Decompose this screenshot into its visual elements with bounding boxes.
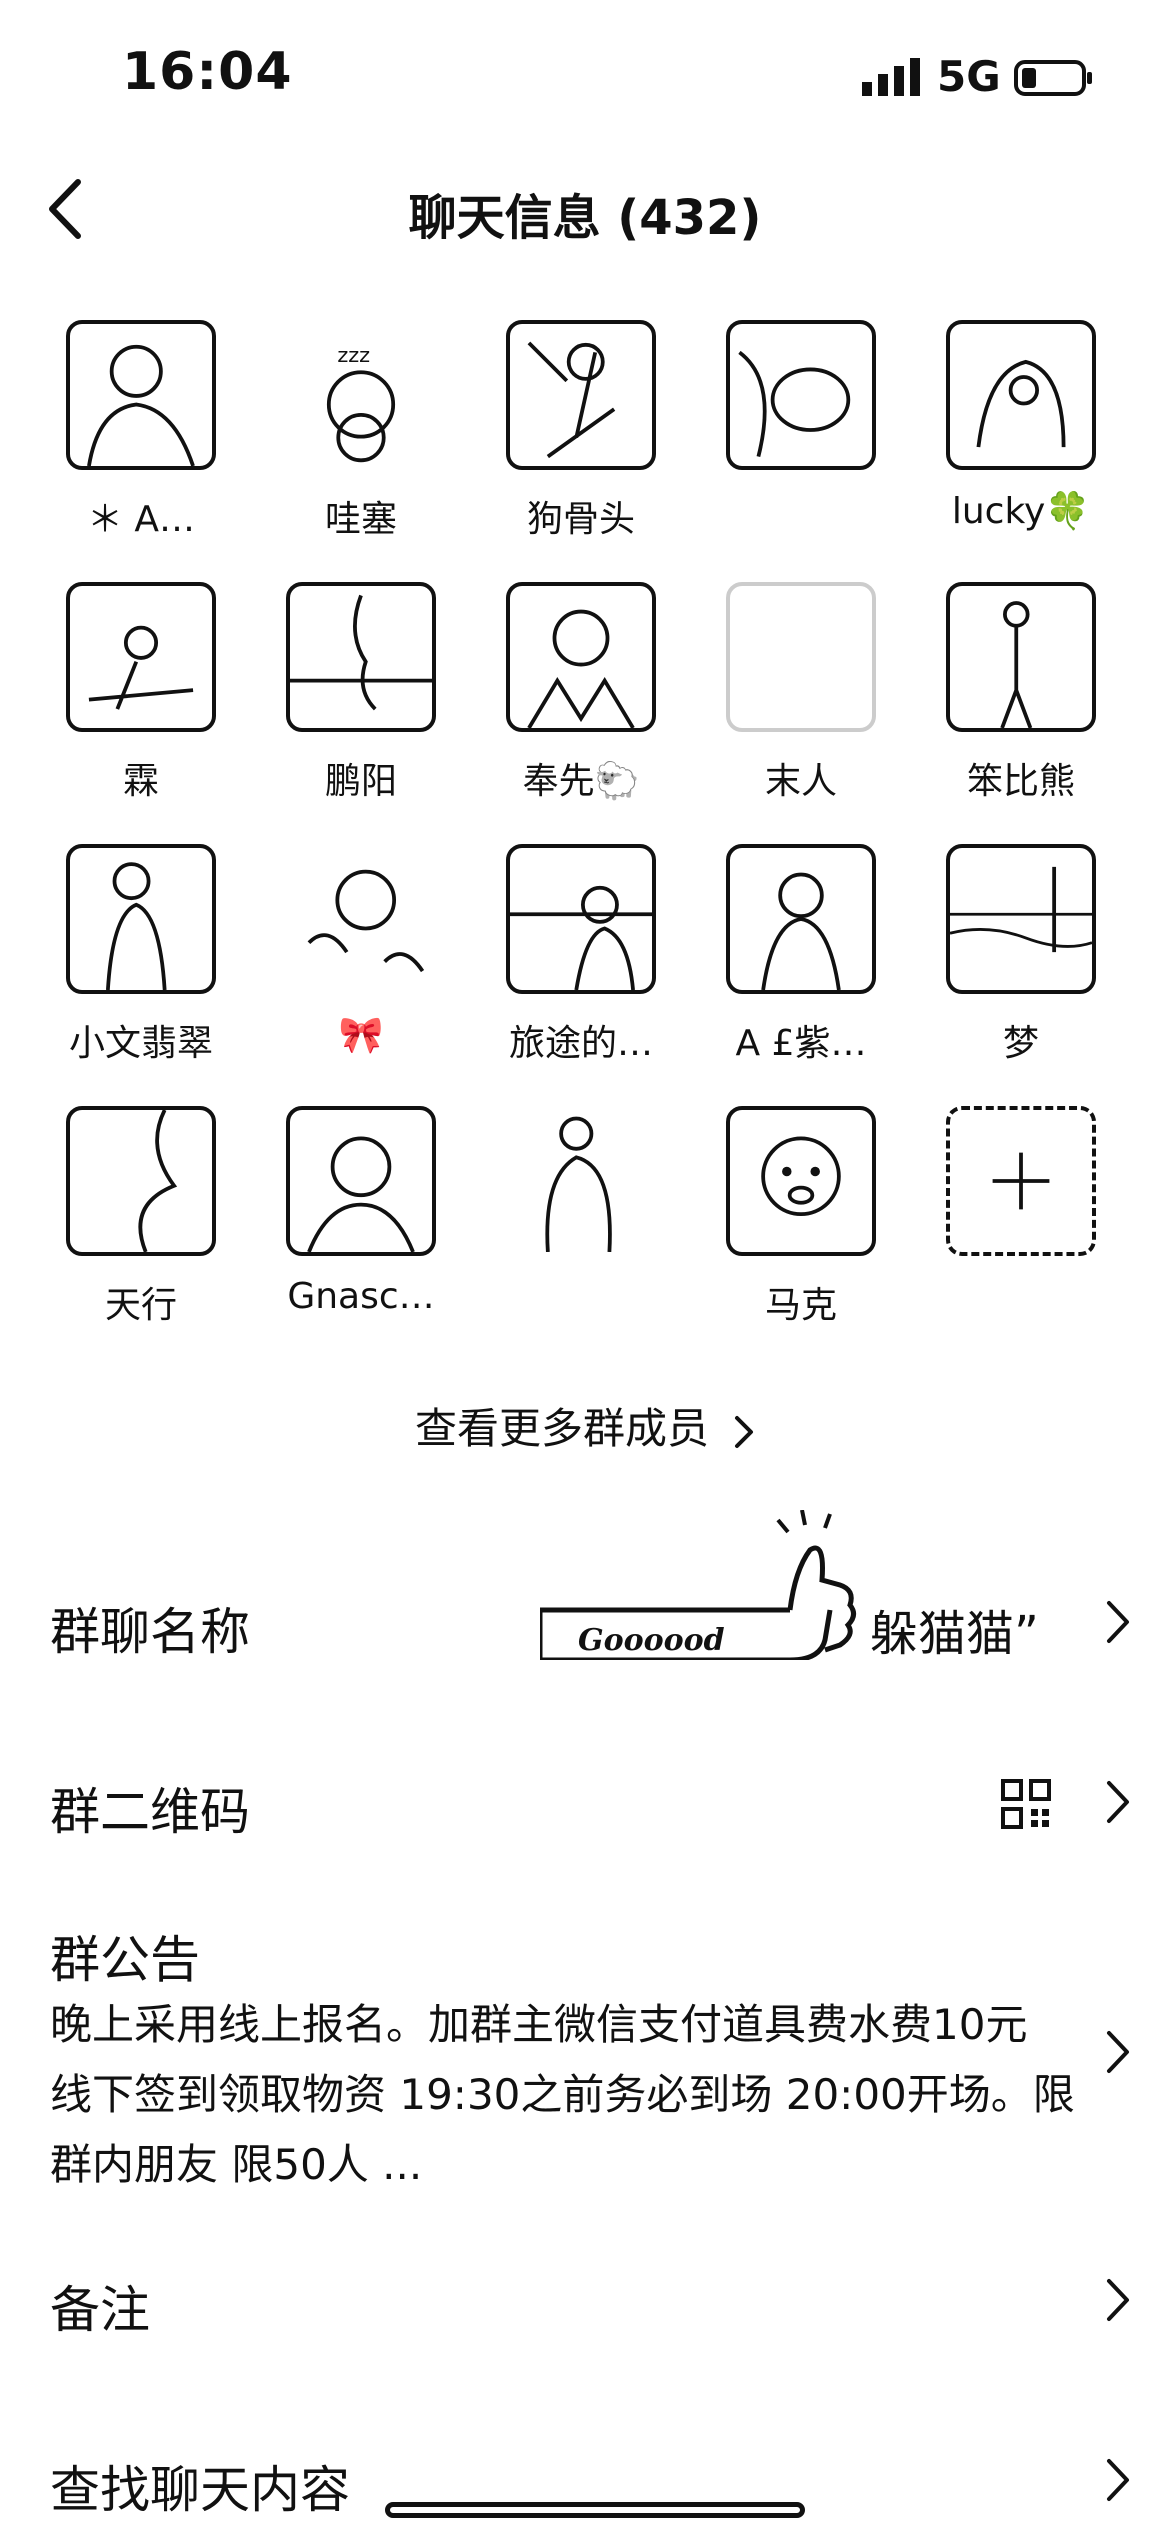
member-item[interactable]: Gnasc…	[256, 1106, 446, 1336]
member-name: 旅途的…	[508, 1023, 653, 1064]
member-name: A £紫…	[735, 1023, 867, 1064]
member-item[interactable]: 小文翡翠	[36, 844, 226, 1074]
member-avatar	[946, 582, 1096, 732]
member-name: 霖	[122, 761, 159, 802]
group-name-value: 躲猫猫”	[870, 1606, 1039, 1662]
network-type: 5G	[937, 52, 1001, 101]
member-avatar	[506, 844, 656, 994]
member-avatar	[726, 320, 876, 470]
group-name-label: 群聊名称	[50, 1603, 250, 1661]
member-avatar	[286, 582, 436, 732]
member-item[interactable]: 马克	[696, 1106, 886, 1336]
member-item[interactable]: ＊ A…	[36, 320, 226, 550]
member-avatar	[946, 844, 1096, 994]
status-time: 16:04	[122, 42, 293, 102]
nav-bar: 聊天信息 (432)	[0, 170, 1170, 250]
add-member-button[interactable]	[916, 1106, 1106, 1336]
member-item[interactable]: 天行	[36, 1106, 226, 1336]
chevron-right-icon	[1107, 2279, 1129, 2321]
chevron-right-icon	[1107, 2459, 1129, 2501]
member-item[interactable]	[696, 320, 886, 550]
member-item[interactable]	[476, 1106, 666, 1336]
member-avatar	[506, 1106, 656, 1256]
member-avatar	[66, 320, 216, 470]
member-item[interactable]: A £紫…	[696, 844, 886, 1074]
group-notice-label: 群公告	[50, 1931, 200, 1989]
member-name: 鹏阳	[324, 761, 397, 802]
member-avatar	[66, 1106, 216, 1256]
see-more-members-link[interactable]: 查看更多群成员	[0, 1395, 1170, 1456]
member-name: 马克	[764, 1285, 837, 1326]
group-notice-text: 晚上采用线上报名。加群主微信支付道具费水费10元 线下签到领取物资 19:30之…	[50, 2000, 1075, 2189]
member-avatar	[506, 320, 656, 470]
member-avatar	[286, 844, 436, 994]
chevron-right-icon	[1107, 1781, 1129, 1823]
cellular-signal-icon	[862, 58, 920, 96]
member-item[interactable]: 奉先🐑	[476, 582, 666, 812]
home-indicator[interactable]	[385, 2502, 805, 2518]
battery-icon	[1014, 60, 1092, 96]
member-avatar	[726, 844, 876, 994]
goood-thumbs-up-sticker: Goooood	[540, 1510, 856, 1660]
member-name: 🎀	[338, 1015, 384, 1056]
member-name: 梦	[1002, 1023, 1039, 1064]
plus-icon	[992, 1152, 1050, 1210]
member-name: 小文翡翠	[68, 1023, 213, 1064]
chevron-right-icon	[1107, 2031, 1129, 2073]
member-avatar	[946, 320, 1096, 470]
group-qr-row[interactable]: 群二维码	[50, 1760, 1130, 1841]
member-avatar	[66, 582, 216, 732]
member-item[interactable]: 末人	[696, 582, 886, 812]
member-item[interactable]: 梦	[916, 844, 1106, 1074]
member-name: 天行	[104, 1285, 177, 1326]
page-title: 聊天信息 (432)	[408, 190, 762, 246]
member-name: 哇塞	[324, 499, 397, 540]
member-avatar	[506, 582, 656, 732]
see-more-members-label: 查看更多群成员	[414, 1404, 709, 1453]
chevron-right-icon	[1107, 1601, 1129, 1643]
member-name: lucky🍀	[951, 491, 1091, 532]
sticker-text: Goooood	[578, 1623, 725, 1658]
member-item[interactable]: zzz 哇塞	[256, 320, 446, 550]
remark-row[interactable]: 备注	[50, 2260, 1130, 2340]
member-item[interactable]: 笨比熊	[916, 582, 1106, 812]
search-chat-label: 查找聊天内容	[50, 2461, 350, 2519]
chevron-right-icon	[735, 1415, 753, 1448]
member-name: 笨比熊	[966, 761, 1075, 802]
member-item[interactable]: 霖	[36, 582, 226, 812]
member-item[interactable]: 🎀	[256, 844, 446, 1074]
member-name: 奉先🐑	[522, 761, 640, 802]
group-qr-label: 群二维码	[50, 1783, 250, 1841]
member-avatar	[286, 1106, 436, 1256]
member-item[interactable]: 狗骨头	[476, 320, 666, 550]
member-item[interactable]: 旅途的…	[476, 844, 666, 1074]
remark-label: 备注	[50, 2281, 150, 2339]
svg-text:zzz: zzz	[337, 343, 370, 367]
qr-code-icon	[1001, 1779, 1051, 1829]
member-name: 狗骨头	[526, 499, 635, 540]
add-member-tile[interactable]	[946, 1106, 1096, 1256]
member-name: Gnasc…	[287, 1276, 435, 1317]
member-name: 末人	[764, 761, 837, 802]
member-avatar	[66, 844, 216, 994]
member-avatar	[726, 582, 876, 732]
member-item[interactable]: lucky🍀	[916, 320, 1106, 550]
status-bar: 16:04 5G	[0, 0, 1170, 150]
member-name: ＊ A…	[86, 499, 196, 540]
member-avatar	[726, 1106, 876, 1256]
member-item[interactable]: 鹏阳	[256, 582, 446, 812]
member-avatar: zzz	[286, 320, 436, 470]
